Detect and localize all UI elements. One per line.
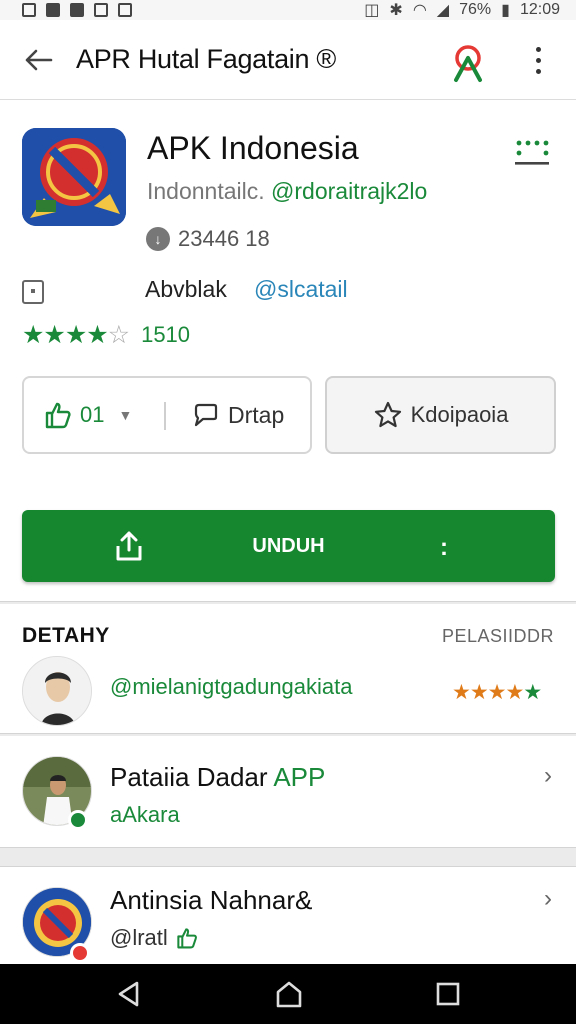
- battery-icon: ▮: [501, 2, 510, 19]
- app-icon: [22, 128, 126, 226]
- star-outline-icon: [374, 401, 401, 428]
- favorite-label: Kdoipaoia: [410, 402, 509, 427]
- item-title: Antinsia Nahnar&: [110, 885, 313, 915]
- back-triangle-icon[interactable]: [115, 980, 143, 1008]
- app-subtitle: Indonntailc. @rdoraitrajk2lo: [147, 178, 427, 205]
- arrow-left-icon: [25, 49, 53, 70]
- clock: 12:09: [519, 1, 560, 18]
- thumbs-up-icon: [45, 402, 71, 429]
- install-label: UNDUH: [252, 535, 325, 557]
- chevron-right-icon[interactable]: ›: [544, 885, 552, 913]
- app-bar: APR Hutal Fagatain ®: [0, 20, 576, 100]
- download-count: 23446 18: [178, 226, 270, 251]
- notification-icon: [94, 3, 108, 17]
- chat-bubble-icon: [194, 403, 218, 427]
- signal-icon: ◢: [436, 2, 450, 19]
- page-title: APR Hutal Fagatain ®: [76, 44, 337, 74]
- notification-icon: [70, 3, 84, 17]
- bluetooth-icon: ✱: [389, 2, 403, 19]
- chat-label: Drtap: [228, 401, 285, 428]
- chevron-right-icon[interactable]: ›: [544, 762, 552, 790]
- developer-name: Abvblak: [145, 276, 227, 302]
- status-bar: ◫ ✱ ◠ ◢ 76% ▮ 12:09: [0, 0, 576, 20]
- developer-row: Abvblak @slcatail: [22, 276, 562, 306]
- list-item[interactable]: Pataiia Dadar APP aAkara ›: [0, 736, 576, 848]
- rating-row: ★★★★☆ 1510: [22, 320, 190, 350]
- status-dot: [68, 810, 88, 830]
- back-button[interactable]: [0, 20, 76, 100]
- notification-icon: [46, 3, 60, 17]
- status-dot: [70, 943, 90, 963]
- notification-icon: [118, 3, 132, 17]
- system-navigation-bar: [0, 964, 576, 1024]
- battery-level: 76%: [459, 1, 492, 18]
- apps-grid-icon[interactable]: [514, 138, 550, 168]
- review-username[interactable]: @mielanigtgadungakiata: [110, 674, 353, 700]
- details-title: DETAHY: [22, 624, 110, 647]
- rating-count: 1510: [141, 322, 191, 347]
- rating-stars: ★★★★☆: [22, 321, 130, 349]
- action-group: 01 ▼ Drtap: [22, 376, 312, 454]
- like-button[interactable]: 01 ▼: [24, 378, 164, 452]
- recent-apps-icon[interactable]: [435, 981, 461, 1007]
- developer-icon: [22, 280, 44, 304]
- review-stars: ★★★★★: [452, 681, 542, 704]
- install-button[interactable]: UNDUH :: [22, 510, 555, 582]
- status-notification-icons: [22, 3, 132, 17]
- item-subtitle: aAkara: [110, 802, 180, 827]
- like-count: 01: [80, 402, 105, 427]
- home-icon[interactable]: [274, 980, 304, 1008]
- wifi-icon: ◠: [412, 2, 427, 19]
- divider: [164, 402, 166, 430]
- more-options-button[interactable]: [520, 38, 556, 82]
- notification-icon: [22, 3, 36, 17]
- status-system-icons: ◫ ✱ ◠ ◢ 76% ▮ 12:09: [364, 0, 560, 20]
- app-card: APK Indonesia Indonntailc. @rdoraitrajk2…: [0, 100, 576, 602]
- app-subtitle-link[interactable]: @rdoraitrajk2lo: [271, 178, 427, 204]
- brand-logo-icon[interactable]: [446, 40, 490, 84]
- download-icon: ↓: [146, 227, 170, 251]
- list-item[interactable]: Antinsia Nahnar& @lratl ›: [0, 866, 576, 964]
- item-title: Pataiia Dadar APP: [110, 762, 326, 792]
- chevron-down-icon[interactable]: ▼: [118, 407, 132, 423]
- app-name: APK Indonesia: [147, 130, 359, 166]
- install-more-icon[interactable]: :: [440, 534, 448, 562]
- app-category: Indonntailc.: [147, 178, 265, 204]
- developer-link[interactable]: @slcatail: [254, 276, 348, 303]
- vibrate-icon: ◫: [364, 2, 380, 19]
- details-more-link[interactable]: PELASIIDDR: [442, 626, 554, 647]
- chat-button[interactable]: Drtap: [174, 378, 308, 452]
- item-subtitle: @lratl: [110, 925, 198, 951]
- thumbs-up-icon: [177, 928, 197, 949]
- download-count-row: ↓ 23446 18: [146, 226, 270, 252]
- avatar[interactable]: [22, 656, 92, 726]
- details-section: DETAHY PELASIIDDR @mielanigtgadungakiata…: [0, 604, 576, 734]
- favorite-button[interactable]: Kdoipaoia: [325, 376, 556, 454]
